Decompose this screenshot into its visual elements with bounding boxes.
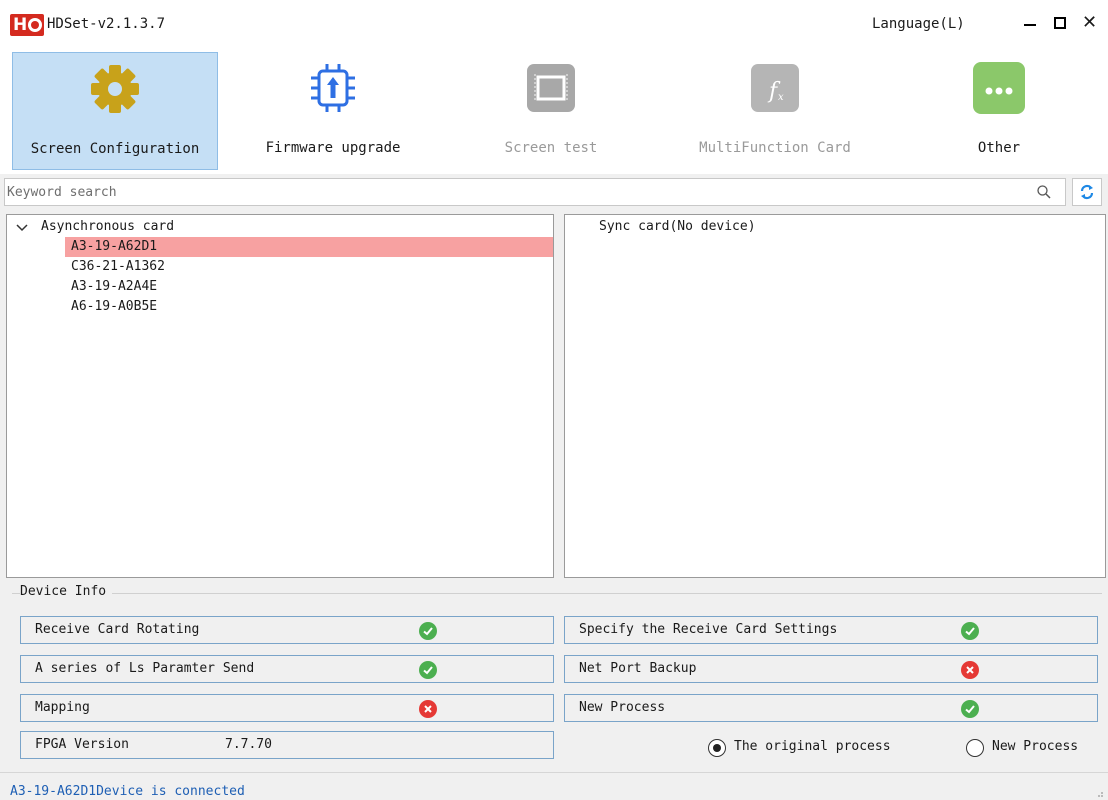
radio-original-process[interactable]: The original process (708, 738, 928, 758)
error-icon (419, 700, 437, 718)
refresh-icon (1080, 184, 1094, 200)
info-fpga-version: FPGA Version 7.7.70 (20, 731, 554, 759)
maximize-icon[interactable] (1054, 17, 1066, 29)
radio-circle (708, 739, 726, 757)
tool-label: Firmware upgrade (265, 140, 401, 156)
radio-label: The original process (734, 739, 891, 754)
device-info-legend: Device Info (20, 584, 113, 599)
gear-icon (91, 65, 139, 113)
tool-label: Other (977, 140, 1021, 156)
close-icon[interactable]: ✕ (1082, 12, 1097, 33)
check-icon (419, 622, 437, 640)
tree-root-async[interactable]: Asynchronous card (41, 219, 174, 234)
main-toolbar: Screen Configuration Firmware upgrade Sc… (0, 50, 1108, 174)
check-icon (961, 700, 979, 718)
info-label: Receive Card Rotating (35, 622, 200, 637)
tool-firmware-upgrade[interactable]: Firmware upgrade (230, 52, 436, 170)
minimize-icon[interactable] (1024, 24, 1036, 26)
info-net-port-backup: Net Port Backup (564, 655, 1098, 683)
radio-new-process[interactable]: New Process (966, 738, 1098, 758)
error-icon (961, 661, 979, 679)
info-label: FPGA Version (35, 737, 129, 752)
tool-label: Screen test (504, 140, 598, 156)
search-icon[interactable] (1037, 185, 1051, 199)
svg-text:x: x (778, 92, 784, 103)
status-message: A3-19-A62D1Device is connected (10, 784, 245, 799)
tool-screen-configuration[interactable]: Screen Configuration (12, 52, 218, 170)
tree-root-sync[interactable]: Sync card(No device) (599, 219, 756, 234)
tree-item-device[interactable]: C36-21-A1362 (65, 257, 553, 277)
device-info-divider (12, 593, 1102, 594)
tool-other[interactable]: Other (896, 52, 1102, 170)
chip-upgrade-icon (311, 64, 355, 112)
info-label: Net Port Backup (579, 661, 697, 676)
radio-label: New Process (992, 739, 1079, 754)
tree-item-device[interactable]: A6-19-A0B5E (65, 297, 553, 317)
tool-multifunction-card[interactable]: f x MultiFunction Card (672, 52, 878, 170)
info-label: A series of Ls Paramter Send (35, 661, 255, 676)
window-title: HDSet-v2.1.3.7 (47, 16, 166, 32)
tree-item-device[interactable]: A3-19-A62D1 (65, 237, 553, 257)
sync-card-panel: Sync card(No device) (564, 214, 1106, 578)
more-icon (973, 62, 1025, 114)
tool-label: Screen Configuration (30, 141, 200, 157)
chevron-down-icon[interactable] (15, 221, 29, 235)
info-label: Specify the Receive Card Settings (579, 622, 838, 637)
search-box (4, 178, 1066, 206)
statusbar-divider (0, 772, 1108, 773)
app-logo: H (10, 14, 44, 36)
tree-item-device[interactable]: A3-19-A2A4E (65, 277, 553, 297)
fpga-version-value: 7.7.70 (225, 737, 272, 752)
info-receive-card-settings: Specify the Receive Card Settings (564, 616, 1098, 644)
screen-test-icon (527, 64, 575, 112)
info-mapping: Mapping (20, 694, 554, 722)
radio-circle (966, 739, 984, 757)
tool-screen-test[interactable]: Screen test (448, 52, 654, 170)
info-new-process: New Process (564, 694, 1098, 722)
info-label: New Process (579, 700, 666, 715)
language-menu[interactable]: Language(L) (872, 16, 965, 32)
info-ls-param-send: A series of Ls Paramter Send (20, 655, 554, 683)
title-bar: H HDSet-v2.1.3.7 Language(L) ✕ (0, 0, 1108, 50)
tool-label: MultiFunction Card (699, 140, 851, 156)
function-icon: f x (751, 64, 799, 112)
info-label: Mapping (35, 700, 90, 715)
async-card-panel: Asynchronous card A3-19-A62D1 C36-21-A13… (6, 214, 554, 578)
info-receive-card-rotating: Receive Card Rotating (20, 616, 554, 644)
check-icon (419, 661, 437, 679)
search-input[interactable] (7, 181, 1007, 203)
resize-grip-icon[interactable] (1096, 790, 1104, 798)
check-icon (961, 622, 979, 640)
refresh-button[interactable] (1072, 178, 1102, 206)
